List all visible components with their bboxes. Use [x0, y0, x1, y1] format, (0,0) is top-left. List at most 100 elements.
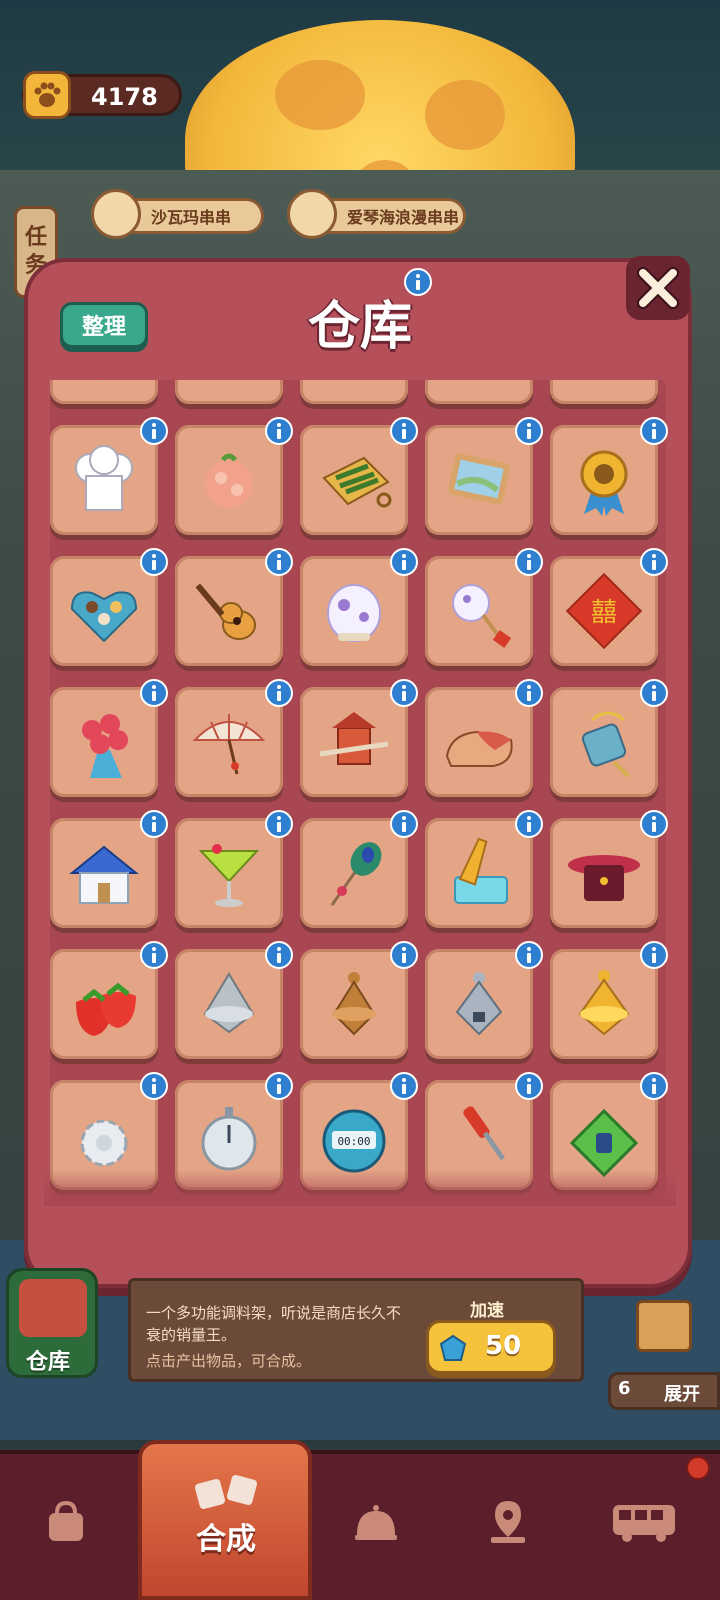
item-slot[interactable] [425, 548, 543, 666]
info-icon[interactable] [640, 679, 668, 707]
item-slot[interactable] [550, 941, 668, 1059]
item-slot[interactable] [175, 380, 283, 404]
order-label-1: 沙瓦玛串串 [151, 208, 232, 227]
info-icon[interactable] [640, 810, 668, 838]
nav-tab-bus[interactable] [604, 1482, 684, 1562]
item-slot[interactable] [50, 548, 168, 666]
item-slot[interactable] [300, 810, 418, 928]
bus-icon [613, 1505, 675, 1542]
silver-top-icon [203, 972, 255, 1034]
skewer-plate-icon [91, 189, 141, 239]
item-slot[interactable] [550, 810, 668, 928]
item-slot[interactable] [50, 941, 168, 1059]
guitar-icon [195, 583, 256, 640]
warehouse-box-icon [19, 1279, 87, 1337]
item-slot[interactable] [50, 810, 168, 928]
item-slot[interactable] [175, 941, 293, 1059]
info-icon[interactable] [640, 417, 668, 445]
info-icon[interactable] [390, 417, 418, 445]
item-slot[interactable] [425, 941, 543, 1059]
item-slot[interactable] [300, 679, 418, 797]
steel-top-icon [455, 972, 503, 1036]
item-slot[interactable] [425, 679, 543, 797]
merge-icon [194, 1474, 258, 1510]
sort-button[interactable]: 整理 [60, 302, 148, 348]
info-icon[interactable] [515, 548, 543, 576]
info-icon[interactable] [265, 810, 293, 838]
info-icon[interactable] [265, 679, 293, 707]
info-icon[interactable] [640, 1072, 668, 1100]
nav-tab-map[interactable] [468, 1482, 548, 1562]
item-slot[interactable] [550, 679, 668, 797]
info-icon[interactable] [404, 268, 432, 296]
item-slot[interactable] [50, 679, 168, 797]
paper-stack-icon [437, 380, 521, 391]
item-slot[interactable] [175, 679, 293, 797]
info-icon[interactable] [390, 941, 418, 969]
item-slot[interactable] [425, 417, 543, 535]
item-slot[interactable] [300, 417, 418, 535]
paper-umbrella-icon [192, 714, 266, 775]
info-icon[interactable] [640, 941, 668, 969]
energy-drink-icon [81, 380, 127, 381]
slipper-icon [445, 730, 513, 767]
info-icon[interactable] [515, 417, 543, 445]
item-slot[interactable] [50, 380, 158, 404]
speed-up-button[interactable]: 50 [426, 1320, 556, 1374]
info-icon[interactable] [640, 548, 668, 576]
item-slot[interactable] [175, 548, 293, 666]
tires-icon [312, 380, 396, 391]
blue-house-icon [69, 845, 139, 904]
close-button[interactable] [626, 256, 690, 320]
order-card-2[interactable]: 爱琴海浪漫串串 [287, 189, 466, 239]
item-slot[interactable] [550, 417, 668, 535]
peacock-feather-icon [330, 842, 382, 906]
info-icon[interactable] [265, 1072, 293, 1100]
info-icon[interactable] [140, 941, 168, 969]
porcelain-jar-icon [327, 584, 381, 642]
info-icon[interactable] [515, 941, 543, 969]
item-slot[interactable]: 囍 [550, 548, 668, 666]
info-icon[interactable] [140, 679, 168, 707]
cocktail-icon [198, 844, 260, 907]
item-slot[interactable] [50, 417, 168, 535]
item-slot[interactable] [300, 548, 418, 666]
info-icon[interactable] [515, 1072, 543, 1100]
info-icon[interactable] [140, 1072, 168, 1100]
currency-counter[interactable]: 4178 [22, 71, 182, 119]
info-icon[interactable] [265, 941, 293, 969]
info-icon[interactable] [390, 548, 418, 576]
item-slot[interactable] [175, 810, 293, 928]
nav-tab-bag[interactable] [26, 1482, 106, 1562]
order-card-1[interactable]: 沙瓦玛串串 [91, 189, 264, 239]
info-icon[interactable] [390, 1072, 418, 1100]
item-slot[interactable] [425, 810, 543, 928]
chocolate-box-icon [70, 591, 138, 643]
info-icon[interactable] [140, 417, 168, 445]
item-slot[interactable] [300, 941, 418, 1059]
info-icon[interactable] [265, 417, 293, 445]
timer-clock-icon: 00:00 [322, 1109, 386, 1173]
info-icon[interactable] [140, 548, 168, 576]
notification-dot [686, 1456, 710, 1480]
info-icon[interactable] [515, 810, 543, 838]
vegetable-board-icon [322, 456, 392, 508]
info-icon[interactable] [390, 679, 418, 707]
bronze-top-icon [332, 972, 376, 1036]
nav-tab-restaurant[interactable] [336, 1482, 416, 1562]
info-icon[interactable] [390, 810, 418, 838]
map-icon [491, 1501, 525, 1543]
item-slot[interactable] [425, 380, 533, 404]
item-slot[interactable] [175, 417, 293, 535]
info-icon[interactable] [140, 810, 168, 838]
info-icon[interactable] [515, 679, 543, 707]
bag-icon [49, 1500, 83, 1541]
item-slot[interactable] [300, 380, 408, 404]
item-grid-viewport[interactable]: 囍 00:00 [44, 380, 676, 1202]
info-icon[interactable] [265, 548, 293, 576]
item-slot[interactable] [550, 380, 658, 404]
ice-sword-icon [454, 837, 508, 904]
speed-label: 加速 [470, 1301, 504, 1321]
treasure-chest-icon[interactable] [636, 1300, 692, 1352]
grid-fade [44, 1170, 676, 1206]
